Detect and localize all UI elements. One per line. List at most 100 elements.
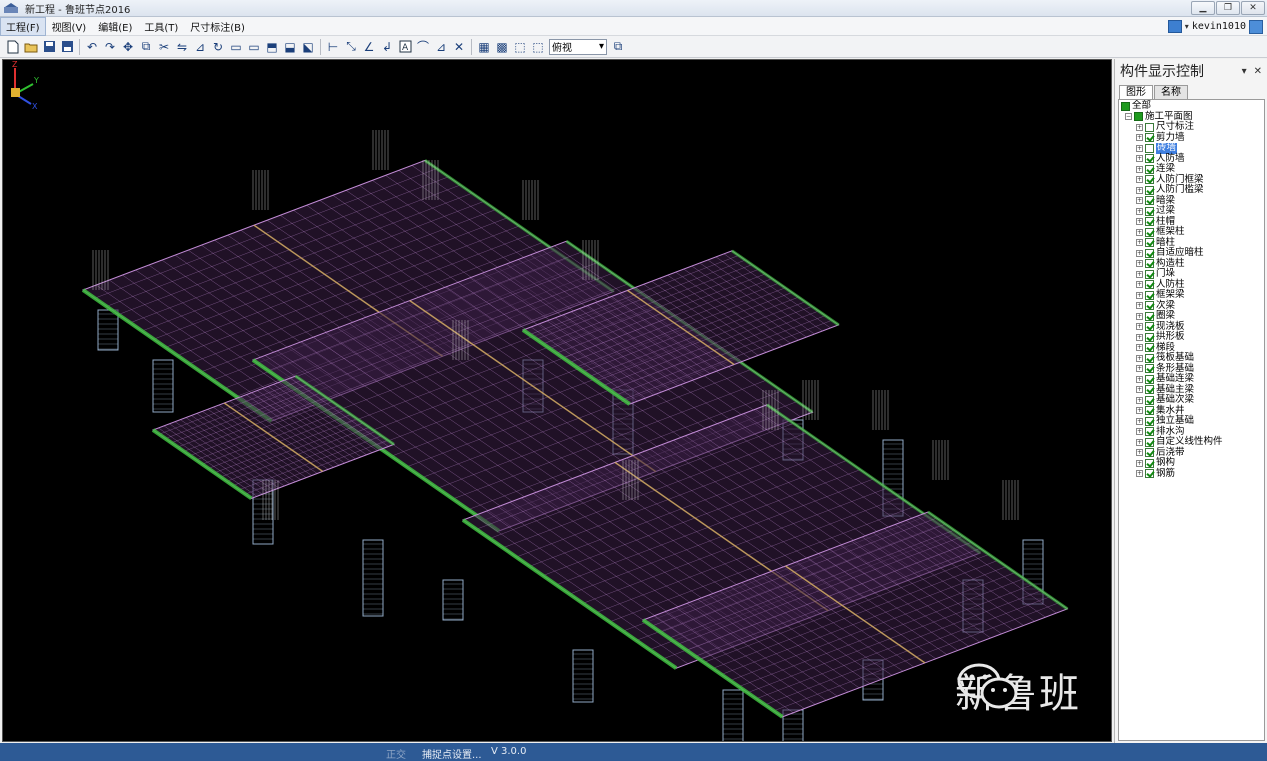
angle-dim-icon[interactable]: ∠ [360, 38, 378, 56]
offset-icon[interactable]: ⊿ [191, 38, 209, 56]
minimize-button[interactable]: ▁ [1191, 1, 1215, 15]
pin-icon[interactable]: ▾ [1242, 66, 1247, 77]
menu-edit[interactable]: 编辑(E) [92, 17, 138, 36]
tree-item[interactable]: + 人防门槛梁 [1119, 184, 1264, 196]
item-checkbox[interactable] [1145, 395, 1154, 405]
expand-icon[interactable]: + [1136, 281, 1143, 289]
ortho-toggle[interactable]: 正交 [386, 746, 406, 761]
expand-icon[interactable]: + [1136, 249, 1143, 257]
item-checkbox[interactable] [1145, 458, 1154, 468]
item-checkbox[interactable] [1145, 143, 1154, 153]
expand-icon[interactable]: + [1136, 197, 1143, 205]
item-checkbox[interactable] [1145, 122, 1154, 132]
tree-item[interactable]: + 人防柱 [1119, 279, 1264, 291]
expand-icon[interactable]: + [1136, 260, 1143, 268]
item-checkbox[interactable] [1145, 164, 1154, 174]
menu-tools[interactable]: 工具(T) [138, 17, 184, 36]
pan-icon[interactable]: ⧉ [609, 38, 627, 56]
tab-graphics[interactable]: 图形 [1119, 85, 1153, 99]
item-checkbox[interactable] [1145, 248, 1154, 258]
tree-root[interactable]: 全部 [1119, 100, 1264, 112]
item-checkbox[interactable] [1145, 311, 1154, 321]
tree-item[interactable]: + 砖墙 [1119, 142, 1264, 154]
item-checkbox[interactable] [1145, 154, 1154, 164]
expand-icon[interactable]: + [1136, 417, 1143, 425]
item-checkbox[interactable] [1145, 416, 1154, 426]
dimension-icon[interactable]: ⊢ [324, 38, 342, 56]
leader-icon[interactable]: ↲ [378, 38, 396, 56]
user-settings-icon[interactable] [1249, 19, 1263, 34]
3d-viewport[interactable]: Z Y X 新鲁班 [2, 59, 1112, 742]
cut-icon[interactable]: ✂ [155, 38, 173, 56]
save-icon[interactable] [40, 38, 58, 56]
tools-icon[interactable]: ✕ [450, 38, 468, 56]
tree-item[interactable]: + 次梁 [1119, 300, 1264, 312]
expand-icon[interactable]: + [1136, 228, 1143, 236]
expand-icon[interactable]: + [1136, 428, 1143, 436]
item-checkbox[interactable] [1145, 175, 1154, 185]
expand-icon[interactable]: + [1136, 470, 1143, 478]
expand-icon[interactable]: + [1136, 270, 1143, 278]
expand-icon[interactable]: + [1136, 312, 1143, 320]
item-checkbox[interactable] [1145, 227, 1154, 237]
view-direction-select[interactable]: 俯视 ▾ [549, 38, 607, 55]
snap-settings[interactable]: 捕捉点设置... [422, 746, 482, 761]
rotate-icon[interactable]: ↻ [209, 38, 227, 56]
item-checkbox[interactable] [1145, 353, 1154, 363]
menu-project[interactable]: 工程(F) [0, 16, 46, 36]
view-icon-4[interactable]: ⬚ [529, 38, 547, 56]
tree-item[interactable]: + 钢筋 [1119, 468, 1264, 480]
item-checkbox[interactable] [1145, 133, 1154, 143]
tree-item[interactable]: + 暗梁 [1119, 195, 1264, 207]
aligned-dim-icon[interactable]: ⤡ [342, 38, 360, 56]
tree-item[interactable]: + 人防墙 [1119, 153, 1264, 165]
new-file-icon[interactable] [4, 38, 22, 56]
expand-icon[interactable]: + [1136, 407, 1143, 415]
expand-icon[interactable]: + [1136, 291, 1143, 299]
expand-icon[interactable]: + [1136, 333, 1143, 341]
item-checkbox[interactable] [1145, 448, 1154, 458]
measure-icon[interactable]: ⊿ [432, 38, 450, 56]
expand-icon[interactable]: + [1136, 375, 1143, 383]
tree-item[interactable]: + 现浇板 [1119, 321, 1264, 333]
close-button[interactable]: ✕ [1241, 1, 1265, 15]
expand-icon[interactable]: + [1136, 438, 1143, 446]
root-checkbox[interactable] [1121, 101, 1130, 111]
item-checkbox[interactable] [1145, 343, 1154, 353]
mirror-icon[interactable]: ⇋ [173, 38, 191, 56]
tree-item[interactable]: + 框架柱 [1119, 226, 1264, 238]
expand-icon[interactable]: + [1136, 449, 1143, 457]
item-checkbox[interactable] [1145, 364, 1154, 374]
tree-item[interactable]: + 基础连梁 [1119, 373, 1264, 385]
arc-icon[interactable]: ⌒ [414, 38, 432, 56]
expand-icon[interactable]: + [1136, 186, 1143, 194]
expand-icon[interactable]: + [1136, 344, 1143, 352]
tree-item[interactable]: + 基础次梁 [1119, 394, 1264, 406]
item-checkbox[interactable] [1145, 217, 1154, 227]
copy-icon[interactable]: ⧉ [137, 38, 155, 56]
expand-icon[interactable]: + [1136, 386, 1143, 394]
tree-item[interactable]: + 过梁 [1119, 205, 1264, 217]
item-checkbox[interactable] [1145, 290, 1154, 300]
expand-icon[interactable]: + [1136, 155, 1143, 163]
item-checkbox[interactable] [1145, 374, 1154, 384]
tree-item[interactable]: + 连梁 [1119, 163, 1264, 175]
item-checkbox[interactable] [1145, 280, 1154, 290]
item-checkbox[interactable] [1145, 238, 1154, 248]
group-checkbox[interactable] [1134, 112, 1143, 122]
tree-item[interactable]: + 自适应暗柱 [1119, 247, 1264, 259]
tree-item[interactable]: + 尺寸标注 [1119, 121, 1264, 133]
expand-icon[interactable]: + [1136, 218, 1143, 226]
item-checkbox[interactable] [1145, 206, 1154, 216]
menu-dimension[interactable]: 尺寸标注(B) [184, 17, 251, 36]
item-checkbox[interactable] [1145, 259, 1154, 269]
expand-icon[interactable]: + [1136, 165, 1143, 173]
text-icon[interactable]: A [396, 38, 414, 56]
expand-icon[interactable]: + [1136, 396, 1143, 404]
view-icon-3[interactable]: ⬚ [511, 38, 529, 56]
item-checkbox[interactable] [1145, 196, 1154, 206]
expand-icon[interactable]: + [1136, 302, 1143, 310]
view-icon-1[interactable]: ▦ [475, 38, 493, 56]
tree-item[interactable]: + 框架梁 [1119, 289, 1264, 301]
array-icon[interactable]: ▭ [227, 38, 245, 56]
